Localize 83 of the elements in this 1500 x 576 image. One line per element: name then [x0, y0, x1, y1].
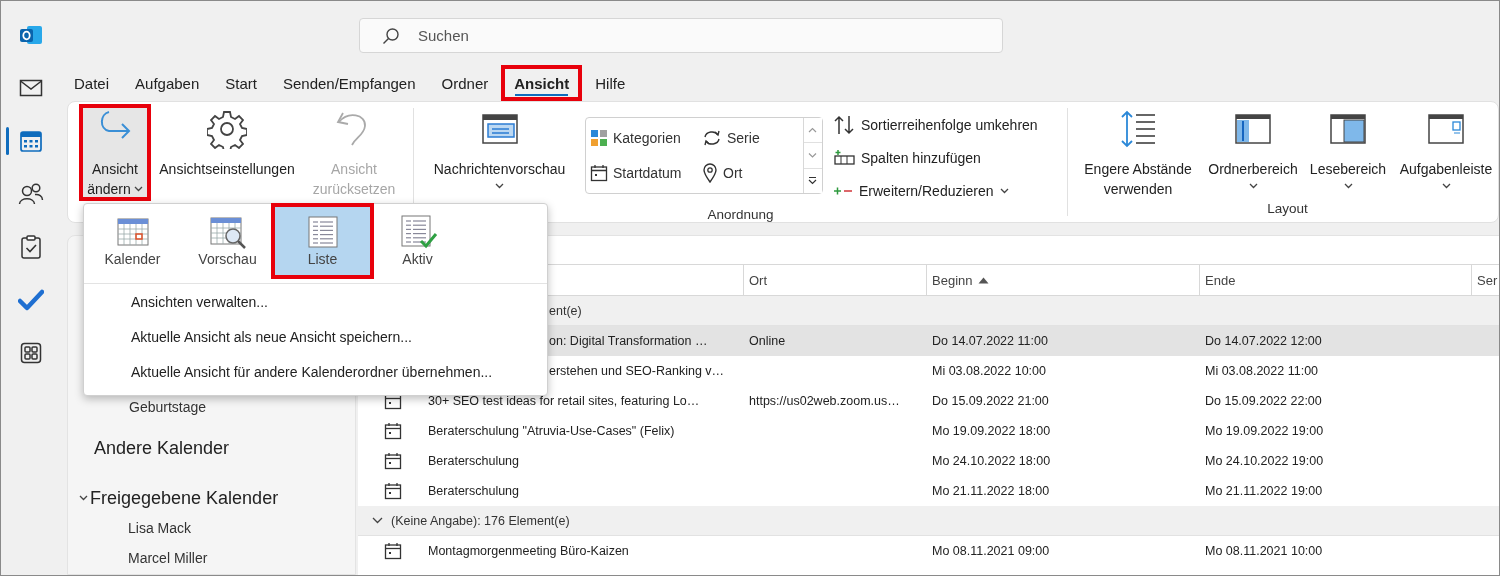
- start-cell-text: Mo 21.11.2022 18:00: [931, 484, 1051, 498]
- start-cell-text: Mo 08.11.2021 09:00: [931, 544, 1051, 558]
- ribbon-button[interactable]: Lesebereich: [1306, 104, 1390, 201]
- calendar-item[interactable]: Marcel Miller: [68, 543, 355, 573]
- menu-tab[interactable]: Hilfe: [582, 65, 639, 101]
- ribbon-button[interactable]: Ansicht ändern: [79, 104, 151, 201]
- chevron-down-icon[interactable]: [372, 517, 383, 524]
- calendar-icon: [590, 164, 608, 183]
- settings-icon: [207, 109, 247, 149]
- appointment-icon: [384, 482, 402, 500]
- subject-cell[interactable]: Beraterschulung "Atruvia-Use-Cases" (Felix): [428, 424, 743, 438]
- chevron-down-icon[interactable]: [79, 495, 88, 501]
- menu-tab[interactable]: Aufgaben: [122, 65, 213, 101]
- end-cell-text: Mo 08.11.2021 10:00: [1204, 544, 1324, 558]
- categories-icon: [590, 128, 608, 147]
- line-spacing-icon: [1118, 109, 1158, 149]
- menu-tab[interactable]: Ansicht: [501, 65, 583, 101]
- gallery-item[interactable]: Startdatum: [590, 155, 702, 191]
- checkmark-icon: [18, 288, 44, 311]
- apps-icon: [20, 341, 42, 364]
- clipboard-check-icon: [20, 234, 42, 259]
- calendar-item[interactable]: Geburtstage: [68, 394, 355, 420]
- end-cell-text: Mo 21.11.2022 19:00: [1204, 484, 1324, 498]
- end-cell-text: Mi 03.08.2022 11:00: [1204, 364, 1320, 378]
- refresh-icon: [702, 128, 722, 147]
- gallery-item[interactable]: Serie: [702, 120, 803, 156]
- group-label: Anordnung: [707, 207, 774, 222]
- ribbon-button[interactable]: Aufgabenleiste: [1393, 104, 1498, 201]
- end-cell-text: Mo 19.09.2022 19:00: [1204, 424, 1325, 438]
- menu-item[interactable]: Aktuelle Ansicht für andere Kalenderordner übernehmen...: [84, 355, 547, 390]
- location-pin-icon: [702, 163, 718, 184]
- calendar-icon: [19, 128, 43, 153]
- group-header-text: ent(e): [549, 303, 582, 318]
- menu-tab[interactable]: Senden/Empfangen: [269, 65, 429, 101]
- search-icon: [382, 27, 400, 45]
- start-cell-text: Mo 19.09.2022 18:00: [931, 424, 1052, 438]
- location-cell-text: Online: [748, 334, 787, 348]
- more-icon[interactable]: [807, 176, 819, 186]
- subject-cell[interactable]: Beraterschulung: [428, 454, 743, 468]
- ribbon-command[interactable]: Spalten hinzufügen: [833, 141, 1067, 174]
- column-header[interactable]: Ort: [743, 265, 926, 295]
- start-cell-text: Mi 03.08.2022 10:00: [931, 364, 1047, 378]
- sort-arrows-icon: [833, 114, 855, 135]
- group-header-text: (Keine Angabe): 176 Element(e): [391, 513, 570, 528]
- people-icon: [18, 181, 44, 206]
- start-cell-text: Do 14.07.2022 11:00: [931, 334, 1049, 348]
- appointment-icon: [384, 452, 402, 470]
- location-cell-text: https://us02web.zoom.us…: [748, 394, 901, 408]
- subject-cell[interactable]: Beraterschulung: [428, 484, 743, 498]
- start-cell-text: Do 15.09.2022 21:00: [931, 394, 1050, 408]
- calendar-group-header[interactable]: Andere Kalender: [94, 437, 230, 459]
- ribbon-button[interactable]: Ansichtseinstellungen: [151, 104, 303, 201]
- column-header[interactable]: Ende: [1199, 265, 1471, 295]
- view-option[interactable]: Kalender: [85, 207, 180, 275]
- ribbon-command[interactable]: Erweitern/Reduzieren: [833, 174, 1067, 207]
- column-header[interactable]: Beginn: [926, 265, 1199, 295]
- menu-tab[interactable]: Datei: [61, 65, 123, 101]
- calendar-group-header[interactable]: Freigegebene Kalender: [90, 487, 279, 509]
- search-field[interactable]: Suchen: [359, 18, 1003, 53]
- subject-cell[interactable]: 30+ SEO test ideas for retail sites, featuring Lo…: [428, 394, 743, 408]
- appointment-icon: [384, 542, 402, 560]
- mail-icon: [19, 77, 43, 98]
- ribbon-command[interactable]: Sortierreihenfolge umkehren: [833, 108, 1067, 141]
- ribbon-button[interactable]: Ordnerbereich: [1203, 104, 1303, 201]
- gallery-item[interactable]: Ort: [702, 155, 803, 191]
- view-option[interactable]: Aktiv: [370, 207, 465, 275]
- add-column-icon: [833, 148, 855, 167]
- ribbon-button[interactable]: Nachrichtenvorschau: [422, 104, 577, 201]
- subject-cell[interactable]: Montagmorgenmeeting Büro-Kaizen: [428, 544, 743, 558]
- start-cell-text: Mo 24.10.2022 18:00: [931, 454, 1052, 468]
- scroll-up-icon[interactable]: [807, 125, 819, 135]
- appointment-icon: [384, 422, 402, 440]
- end-cell-text: Do 15.09.2022 22:00: [1204, 394, 1323, 408]
- group-label: Layout: [1267, 201, 1308, 218]
- end-cell-text: Mo 24.10.2022 19:00: [1204, 454, 1325, 468]
- column-header[interactable]: Ser: [1471, 265, 1499, 295]
- menu-tab[interactable]: Start: [212, 65, 270, 101]
- gallery-item[interactable]: Kategorien: [590, 120, 702, 156]
- end-cell-text: Do 14.07.2022 12:00: [1204, 334, 1323, 348]
- menu-tab[interactable]: Ordner: [428, 65, 502, 101]
- group-header[interactable]: (Keine Angabe): 176 Element(e): [358, 506, 1499, 536]
- ribbon-button[interactable]: Engere Abstände verwenden: [1076, 104, 1200, 201]
- calendar-item[interactable]: Lisa Mack: [68, 513, 355, 543]
